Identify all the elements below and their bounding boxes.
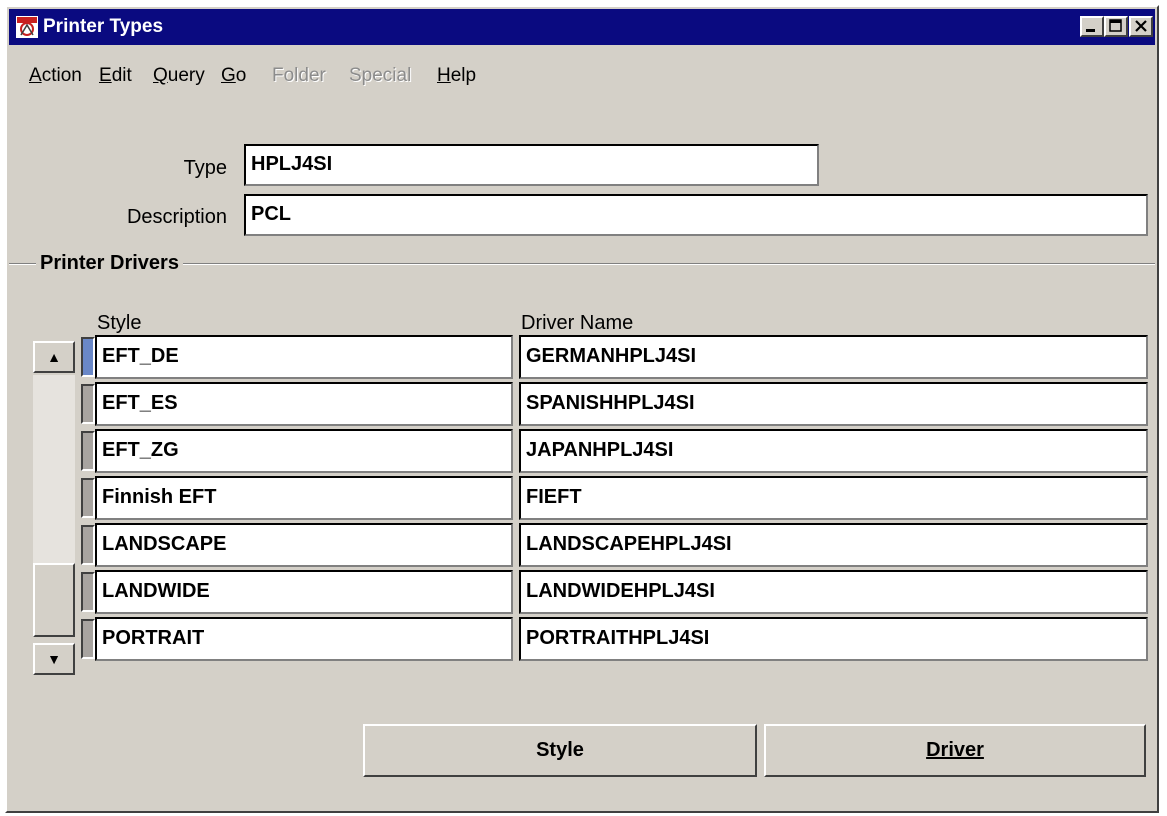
maximize-icon — [1109, 19, 1122, 32]
style-cell[interactable]: EFT_ZG — [95, 429, 513, 473]
driver-cell[interactable]: JAPANHPLJ4SI — [519, 429, 1148, 473]
style-cell[interactable]: EFT_ES — [95, 382, 513, 426]
menu-edit[interactable]: Edit — [99, 65, 132, 87]
row-indicator[interactable] — [81, 337, 95, 377]
row-indicator[interactable] — [81, 478, 95, 518]
style-cell[interactable]: PORTRAIT — [95, 617, 513, 661]
window-title: Printer Types — [43, 16, 164, 37]
printer-types-window: Printer Types Action Edit Query Go Folde… — [5, 5, 1159, 813]
row-indicator[interactable] — [81, 384, 95, 424]
menu-go[interactable]: Go — [221, 65, 246, 87]
driver-cell[interactable]: GERMANHPLJ4SI — [519, 335, 1148, 379]
driver-cell[interactable]: PORTRAITHPLJ4SI — [519, 617, 1148, 661]
type-label: Type — [183, 157, 227, 179]
driver-button[interactable]: Driver — [764, 724, 1146, 777]
arrow-up-icon: ▲ — [47, 349, 61, 365]
driver-cell[interactable]: LANDWIDEHPLJ4SI — [519, 570, 1148, 614]
minimize-button[interactable] — [1080, 16, 1104, 37]
close-button[interactable] — [1129, 16, 1153, 37]
close-icon — [1135, 20, 1147, 32]
menu-action[interactable]: Action — [29, 65, 82, 87]
printer-drivers-heading: Printer Drivers — [36, 252, 183, 275]
scroll-up-button[interactable]: ▲ — [33, 341, 75, 373]
arrow-down-icon: ▼ — [47, 651, 61, 667]
menu-query[interactable]: Query — [153, 65, 205, 87]
description-field[interactable]: PCL — [244, 194, 1148, 236]
minimize-icon — [1086, 29, 1095, 32]
scrollbar-thumb[interactable] — [33, 563, 75, 637]
app-icon — [16, 16, 38, 38]
col-header-style: Style — [97, 312, 142, 334]
row-indicator[interactable] — [81, 431, 95, 471]
row-indicator[interactable] — [81, 572, 95, 612]
driver-cell[interactable]: SPANISHHPLJ4SI — [519, 382, 1148, 426]
description-label: Description — [126, 206, 227, 228]
rows-scrollbar[interactable]: ▲ ▼ — [33, 341, 75, 675]
style-button[interactable]: Style — [363, 724, 757, 777]
row-indicator[interactable] — [81, 525, 95, 565]
menu-folder: Folder — [272, 65, 326, 86]
col-header-driver: Driver Name — [521, 312, 634, 334]
style-cell[interactable]: EFT_DE — [95, 335, 513, 379]
menu-special: Special — [349, 65, 412, 86]
driver-cell[interactable]: LANDSCAPEHPLJ4SI — [519, 523, 1148, 567]
title-bar[interactable]: Printer Types — [9, 9, 1155, 45]
driver-button-label: Driver — [926, 739, 984, 761]
maximize-button[interactable] — [1104, 16, 1128, 37]
row-indicator[interactable] — [81, 619, 95, 659]
menu-help[interactable]: Help — [437, 65, 476, 87]
driver-cell[interactable]: FIEFT — [519, 476, 1148, 520]
style-cell[interactable]: Finnish EFT — [95, 476, 513, 520]
style-cell[interactable]: LANDWIDE — [95, 570, 513, 614]
style-cell[interactable]: LANDSCAPE — [95, 523, 513, 567]
type-field[interactable]: HPLJ4SI — [244, 144, 819, 186]
scroll-down-button[interactable]: ▼ — [33, 643, 75, 675]
